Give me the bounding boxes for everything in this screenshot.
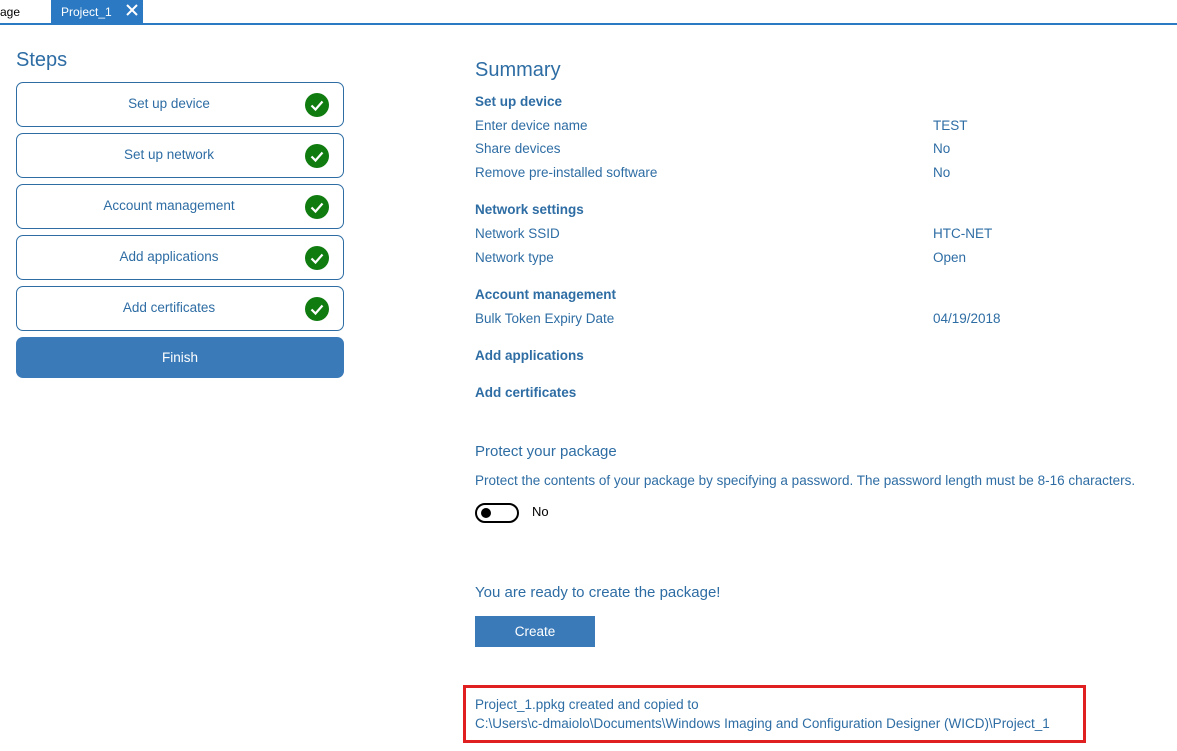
step-account-management[interactable]: Account management [16, 184, 344, 229]
step-set-up-device[interactable]: Set up device [16, 82, 344, 127]
summary-row-value: HTC-NET [933, 226, 993, 241]
summary-device-heading: Set up device [475, 94, 563, 109]
toggle-state-label: No [532, 504, 549, 519]
summary-row-label: Network SSID [475, 226, 560, 241]
protect-description: Protect the contents of your package by … [475, 473, 1136, 488]
summary-row-label: Share devices [475, 141, 561, 156]
steps-title: Steps [16, 49, 68, 71]
summary-row-value: No [933, 165, 951, 180]
summary-row-label: Bulk Token Expiry Date [475, 311, 615, 326]
check-circle-icon [305, 297, 329, 321]
step-add-certificates[interactable]: Add certificates [16, 286, 344, 331]
result-message: Project_1.ppkg created and copied to [475, 697, 699, 712]
step-label: Add certificates [122, 300, 216, 315]
summary-title: Summary [475, 59, 561, 81]
summary-row-value: TEST [933, 118, 968, 133]
check-circle-icon [305, 246, 329, 270]
summary-row-value: 04/19/2018 [933, 311, 1001, 326]
highlight-box [463, 685, 1086, 743]
summary-account-heading: Account management [475, 287, 617, 302]
tab-previous[interactable]: age [0, 5, 20, 19]
summary-certificates-heading: Add certificates [475, 385, 577, 400]
summary-row-label: Enter device name [475, 118, 588, 133]
step-label: Add applications [119, 249, 219, 264]
summary-row-value: Open [933, 250, 967, 265]
summary-row-value: No [933, 141, 951, 156]
step-label: Account management [103, 198, 235, 213]
finish-button[interactable]: Finish [16, 337, 344, 378]
result-path-link[interactable]: C:\Users\c-dmaiolo\Documents\Windows Ima… [475, 716, 1050, 731]
summary-row-label: Network type [475, 250, 554, 265]
check-circle-icon [305, 93, 329, 117]
summary-row-label: Remove pre-installed software [475, 165, 658, 180]
check-circle-icon [305, 144, 329, 168]
toggle-knob [481, 508, 491, 518]
check-circle-icon [305, 195, 329, 219]
step-label: Set up device [128, 96, 210, 111]
summary-network-heading: Network settings [475, 202, 584, 217]
step-add-applications[interactable]: Add applications [16, 235, 344, 280]
step-label: Set up network [123, 147, 215, 162]
step-set-up-network[interactable]: Set up network [16, 133, 344, 178]
protect-title: Protect your package [475, 443, 617, 460]
password-toggle[interactable] [475, 503, 519, 523]
summary-applications-heading: Add applications [475, 348, 584, 363]
close-icon[interactable] [125, 3, 139, 17]
tab-bar: age Project_1 [0, 0, 1177, 25]
tab-project[interactable]: Project_1 [51, 0, 143, 23]
create-button[interactable]: Create [475, 616, 595, 647]
ready-message: You are ready to create the package! [475, 584, 721, 601]
tab-project-label: Project_1 [61, 4, 112, 19]
